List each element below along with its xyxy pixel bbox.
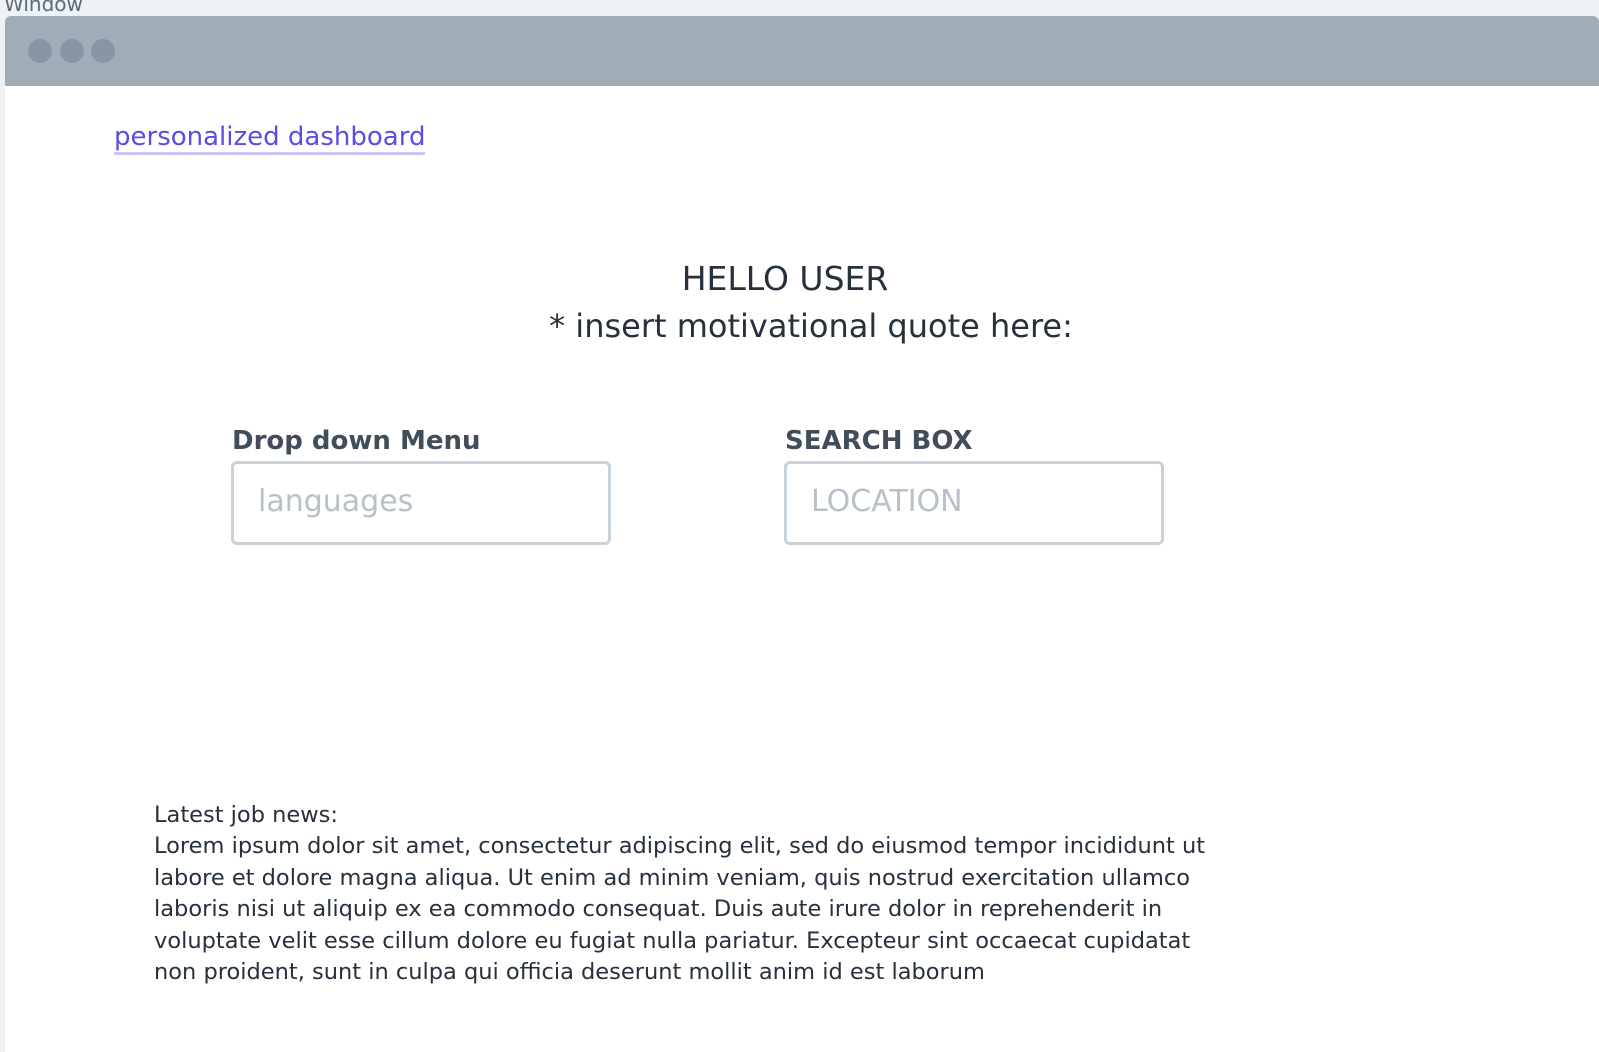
job-news-body: Lorem ipsum dolor sit amet, consectetur … [154,833,1206,986]
job-news-heading: Latest job news: [154,802,338,828]
languages-dropdown[interactable]: languages [231,461,611,545]
dropdown-placeholder: languages [258,484,414,519]
search-placeholder: LOCATION [811,484,963,519]
motivational-quote: * insert motivational quote here: [549,307,1073,345]
personalized-dashboard-link[interactable]: personalized dashboard [114,122,426,155]
window-titlebar [5,16,1599,86]
frame-label: Window [4,0,83,16]
maximize-dot-icon[interactable] [91,39,115,63]
dropdown-label: Drop down Menu [232,426,481,456]
greeting-heading: HELLO USER [681,259,889,298]
job-news-section: Latest job news: Lorem ipsum dolor sit a… [154,800,1214,988]
close-dot-icon[interactable] [28,39,52,63]
location-search-input[interactable]: LOCATION [784,461,1164,545]
search-box-label: SEARCH BOX [785,426,973,456]
minimize-dot-icon[interactable] [60,39,84,63]
browser-window: personalized dashboard HELLO USER * inse… [5,16,1599,1052]
